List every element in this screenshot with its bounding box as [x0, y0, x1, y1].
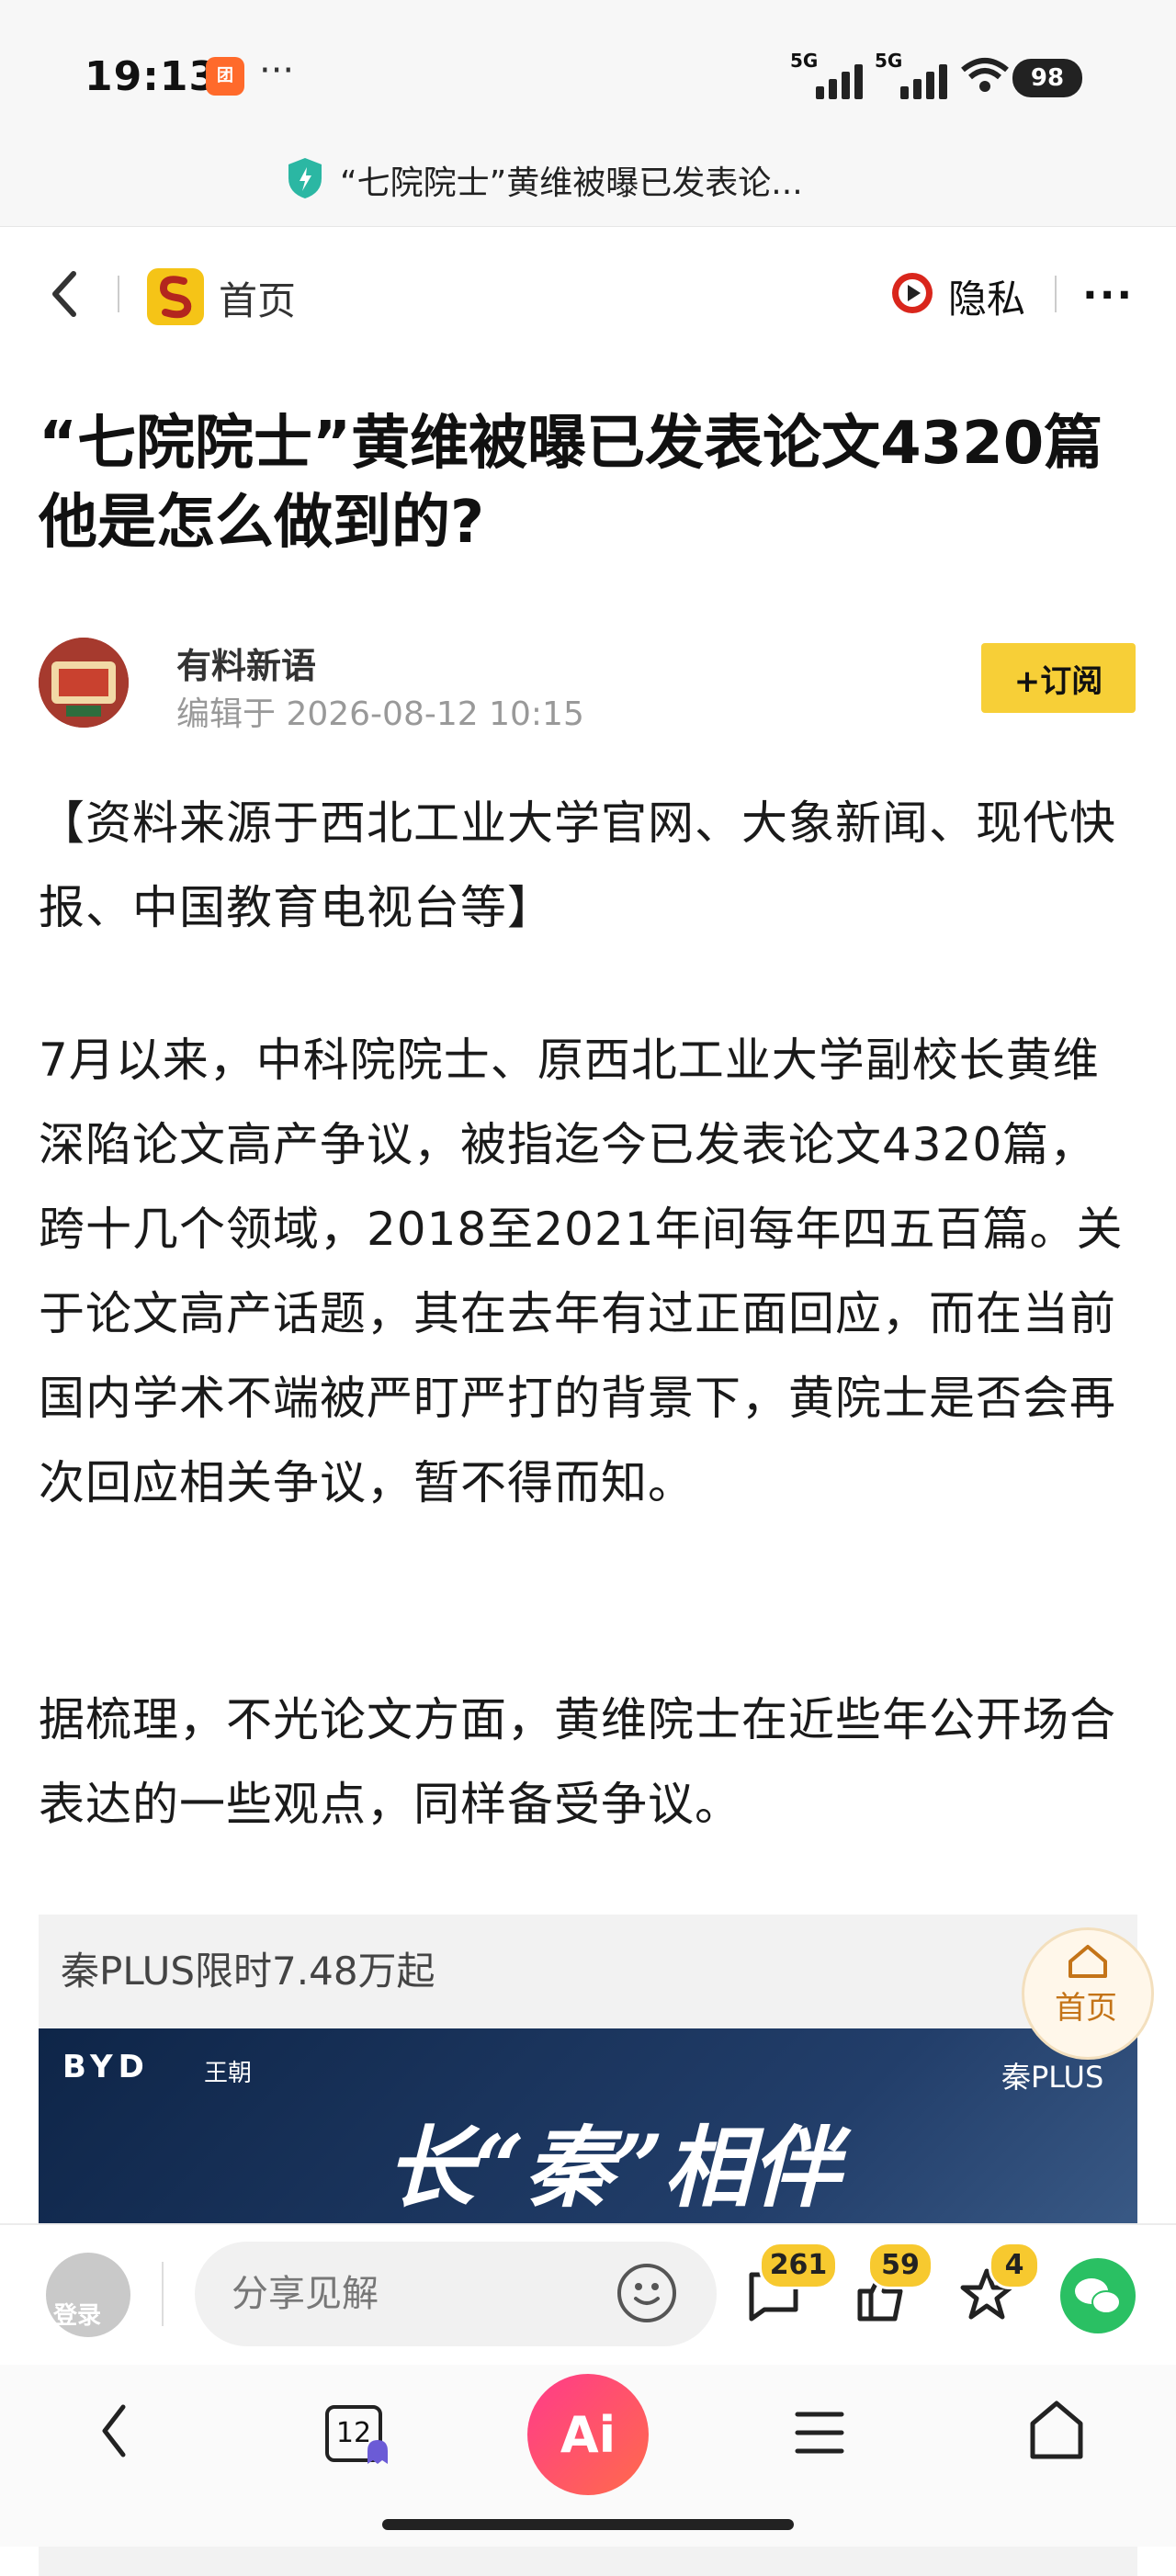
- login-label[interactable]: 登录: [53, 2297, 101, 2331]
- privacy-play-icon[interactable]: [889, 270, 935, 316]
- emoji-icon[interactable]: [617, 2264, 676, 2322]
- ad-slogan: 长“秦”相伴: [386, 2116, 841, 2220]
- floating-home-label[interactable]: 首页: [1055, 1983, 1117, 2028]
- signal-bar-icon: [900, 86, 909, 99]
- comment-count-badge: 261: [759, 2242, 838, 2289]
- signal-bar-icon: [926, 72, 934, 99]
- home-icon: [1069, 1945, 1107, 1978]
- network-label-1: 5G: [790, 50, 819, 72]
- divider: [1055, 276, 1057, 312]
- home-link[interactable]: 首页: [219, 270, 296, 326]
- signal-bar-icon: [854, 64, 863, 99]
- system-home-indicator[interactable]: [382, 2519, 794, 2530]
- divider: [162, 2262, 164, 2326]
- favorite-count-badge: 4: [989, 2242, 1040, 2289]
- like-count-badge: 59: [867, 2242, 933, 2289]
- ad-brand-logo: BYD: [62, 2049, 150, 2085]
- wifi-icon: [961, 58, 1009, 92]
- signal-bar-icon: [816, 86, 824, 99]
- status-time: 19:13: [85, 53, 219, 100]
- shield-icon: [288, 158, 322, 198]
- home-icon[interactable]: [1027, 2398, 1086, 2462]
- battery-indicator: 98: [1012, 59, 1082, 97]
- ai-assistant-button[interactable]: Ai: [527, 2374, 649, 2495]
- ad-model-label: 秦PLUS: [1001, 2060, 1104, 2095]
- ad-brand-sub: 王朝: [204, 2060, 253, 2087]
- back-arrow-icon[interactable]: [46, 268, 83, 320]
- menu-icon[interactable]: [792, 2407, 847, 2458]
- ad-title[interactable]: 秦PLUS限时7.48万起: [61, 1940, 435, 1996]
- more-menu-icon[interactable]: ···: [1082, 272, 1134, 319]
- subscribe-button[interactable]: +订阅: [981, 643, 1136, 713]
- site-logo-icon[interactable]: [147, 268, 204, 325]
- signal-bar-icon: [913, 79, 922, 99]
- author-name[interactable]: 有料新语: [176, 638, 316, 688]
- author-avatar[interactable]: [39, 638, 129, 728]
- status-more-icon: ···: [259, 50, 295, 92]
- ghost-mode-icon: [368, 2440, 388, 2464]
- privacy-link[interactable]: 隐私: [948, 268, 1025, 324]
- signal-bar-icon: [842, 72, 850, 99]
- wechat-share-icon[interactable]: [1060, 2258, 1136, 2333]
- signal-bar-icon: [939, 64, 947, 99]
- article-headline: “七院院士”黄维被曝已发表论文4320篇 他是怎么做到的?: [39, 410, 1103, 557]
- article-paragraph: 【资料来源于西北工业大学官网、大象新闻、现代快报、中国教育电视台等】: [39, 797, 1116, 934]
- article-paragraph: 7月以来，中科院院士、原西北工业大学副校长黄维深陷论文高产争议，被指迄今已发表论…: [39, 1034, 1124, 1509]
- app-notification-icon: 团: [206, 57, 244, 96]
- page-url-title[interactable]: “七院院士”黄维被曝已发表论...: [340, 156, 803, 204]
- divider: [118, 276, 119, 312]
- signal-bar-icon: [829, 79, 837, 99]
- back-icon[interactable]: [96, 2401, 132, 2460]
- edit-date: 编辑于 2026-08-12 10:15: [176, 695, 584, 733]
- article-paragraph: 据梳理，不光论文方面，黄维院士在近些年公开场合表达的一些观点，同样备受争议。: [39, 1693, 1116, 1831]
- network-label-2: 5G: [875, 50, 903, 72]
